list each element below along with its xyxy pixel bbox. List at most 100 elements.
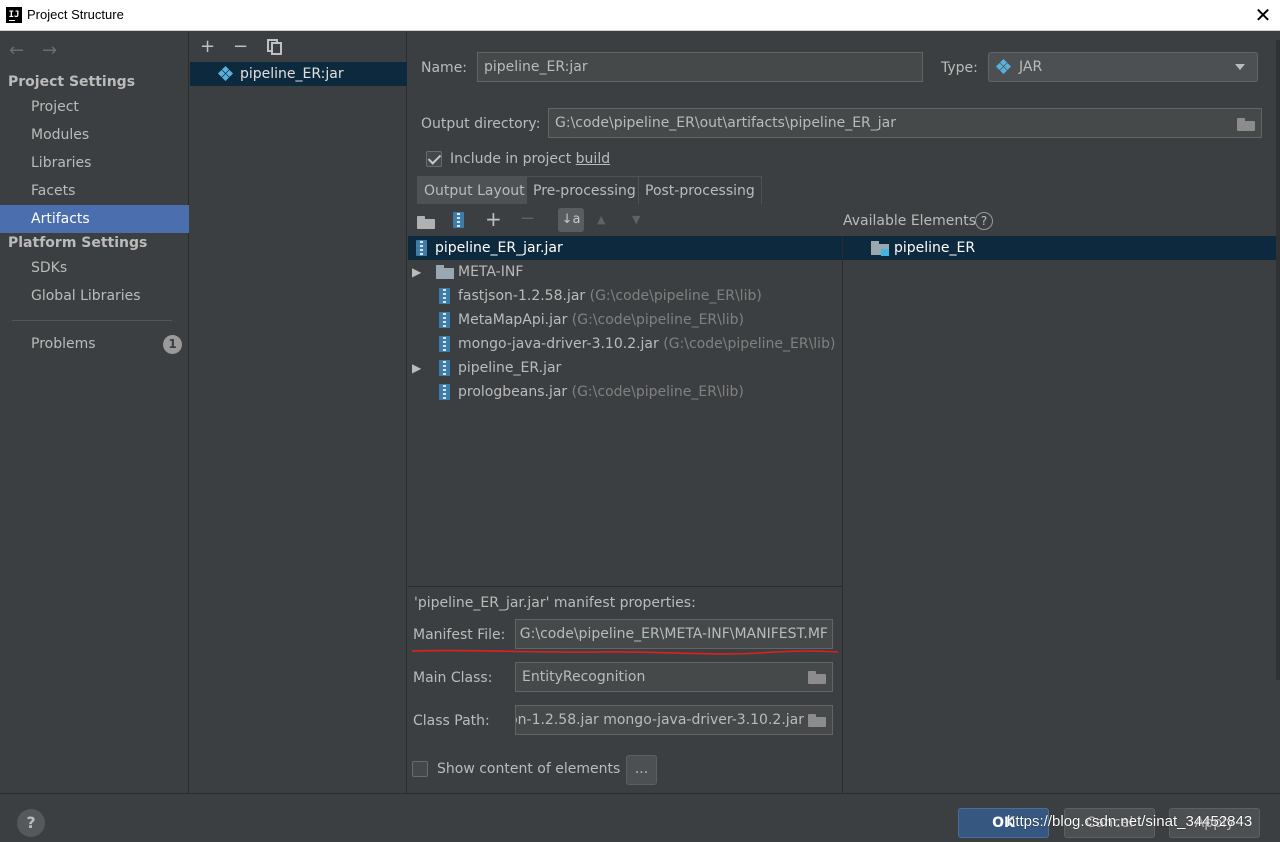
remove-artifact-icon[interactable]: − (233, 36, 248, 57)
tree-row[interactable]: fastjson-1.2.58.jar (G:\code\pipeline_ER… (408, 284, 842, 308)
type-label: Type: (941, 60, 978, 76)
include-in-build-checkbox[interactable] (426, 151, 442, 167)
tree-row-label: MetaMapApi.jar (458, 312, 568, 328)
include-in-build-label: Include in project build (450, 151, 610, 167)
close-icon[interactable]: ✕ (1252, 4, 1274, 26)
window-title: Project Structure (27, 7, 124, 22)
show-content-label: Show content of elements (437, 761, 621, 777)
main-class-value: EntityRecognition (522, 669, 646, 685)
available-elements-label: Available Elements (843, 213, 977, 229)
tab-output-layout[interactable]: Output Layout (417, 176, 532, 204)
class-path-label: Class Path: (413, 713, 490, 729)
browse-folder-icon[interactable] (1237, 118, 1255, 131)
sidebar-item-global-libraries[interactable]: Global Libraries (0, 282, 189, 310)
name-input[interactable]: pipeline_ER:jar (477, 52, 923, 82)
tree-row-label: pipeline_ER.jar (458, 360, 562, 376)
type-jar-icon (995, 58, 1012, 75)
tree-row[interactable]: ▶ META-INF (408, 260, 842, 284)
intellij-app-icon: IJ (6, 7, 22, 23)
manifest-file-label: Manifest File: (413, 627, 506, 643)
class-path-input[interactable]: fastjson-1.2.58.jar mongo-java-driver-3.… (515, 705, 833, 735)
chevron-down-icon (1235, 64, 1245, 70)
new-directory-icon[interactable] (417, 216, 435, 229)
tree-row[interactable]: ▶ pipeline_ER.jar (408, 356, 842, 380)
output-directory-label: Output directory: (421, 116, 541, 132)
output-directory-value: G:\code\pipeline_ER\out\artifacts\pipeli… (555, 115, 896, 131)
module-folder-icon (871, 241, 889, 256)
available-elements-panel: pipeline_ER (842, 236, 1280, 793)
tree-row-path: (G:\code\pipeline_ER\lib) (589, 288, 762, 304)
add-artifact-icon[interactable]: + (200, 36, 215, 57)
tree-row-label: mongo-java-driver-3.10.2.jar (458, 336, 659, 352)
watermark-text: https://blog.csdn.net/sinat_34452843 (1007, 813, 1253, 830)
dialog-footer: ? OK Cancel Apply https://blog.csdn.net/… (0, 793, 1280, 842)
browse-main-class-icon[interactable] (808, 671, 826, 684)
main-class-label: Main Class: (413, 670, 493, 686)
include-label-mnemonic: build (575, 151, 611, 167)
output-layout-toolbar: + − ↓a ▲ ▼ Available Elements ? (408, 204, 1280, 236)
red-underline-annotation (411, 649, 839, 655)
tree-row-path: (G:\code\pipeline_ER\lib) (571, 312, 744, 328)
tab-pre-processing[interactable]: Pre-processing (526, 176, 643, 204)
ellipsis-button[interactable]: ... (626, 755, 657, 785)
main-class-input[interactable]: EntityRecognition (515, 662, 833, 692)
sidebar-item-sdks[interactable]: SDKs (0, 254, 189, 282)
show-content-checkbox[interactable] (412, 761, 428, 777)
back-arrow-icon[interactable]: ← (9, 40, 24, 61)
tree-row-label: pipeline_ER_jar.jar (435, 240, 563, 256)
sidebar-divider (12, 320, 172, 321)
manifest-properties-panel: 'pipeline_ER_jar.jar' manifest propertie… (408, 586, 842, 793)
sort-elements-icon[interactable]: ↓a (558, 208, 584, 232)
manifest-file-input[interactable]: G:\code\pipeline_ER\META-INF\MANIFEST.MF (515, 619, 833, 649)
tree-row[interactable]: prologbeans.jar (G:\code\pipeline_ER\lib… (408, 380, 842, 404)
sidebar-item-modules[interactable]: Modules (0, 121, 189, 149)
tab-post-processing[interactable]: Post-processing (638, 176, 762, 204)
app-icon-text: IJ (8, 10, 20, 20)
tree-row[interactable]: mongo-java-driver-3.10.2.jar (G:\code\pi… (408, 332, 842, 356)
remove-element-icon[interactable]: − (520, 208, 535, 229)
browse-class-path-icon[interactable] (808, 714, 826, 727)
copy-artifact-icon[interactable] (267, 39, 283, 55)
sidebar-item-problems[interactable]: Problems (0, 330, 189, 358)
jar-icon (439, 312, 450, 328)
forward-arrow-icon[interactable]: → (42, 40, 57, 61)
manifest-file-value: G:\code\pipeline_ER\META-INF\MANIFEST.MF (519, 626, 828, 642)
add-element-icon[interactable]: + (485, 207, 502, 231)
name-label: Name: (421, 60, 468, 76)
type-dropdown[interactable]: JAR (988, 52, 1258, 82)
tree-row-label: META-INF (458, 264, 524, 280)
tree-row-path: (G:\code\pipeline_ER\lib) (571, 384, 744, 400)
artifact-list-panel: + − pipeline_ER:jar (190, 32, 407, 793)
platform-settings-header: Platform Settings (8, 235, 148, 251)
sidebar-item-project[interactable]: Project (0, 93, 189, 121)
jar-icon (416, 240, 427, 256)
expand-arrow-icon[interactable]: ▶ (412, 356, 421, 380)
output-directory-input[interactable]: G:\code\pipeline_ER\out\artifacts\pipeli… (548, 108, 1262, 138)
jar-icon (439, 336, 450, 352)
include-label-part: Include in project (450, 151, 576, 167)
manifest-title: 'pipeline_ER_jar.jar' manifest propertie… (414, 595, 696, 611)
artifact-jar-icon (217, 65, 234, 82)
sidebar-item-facets[interactable]: Facets (0, 177, 189, 205)
jar-icon (439, 288, 450, 304)
type-value: JAR (1019, 59, 1043, 75)
problems-count-badge: 1 (163, 335, 182, 354)
artifact-list-item[interactable]: pipeline_ER:jar (190, 62, 407, 86)
create-archive-icon[interactable] (453, 212, 464, 228)
folder-icon (436, 265, 454, 279)
jar-icon (439, 384, 450, 400)
window-edge-scrollbar (1276, 40, 1280, 680)
move-down-icon[interactable]: ▼ (632, 213, 640, 226)
tree-row-root[interactable]: pipeline_ER_jar.jar (408, 236, 842, 260)
project-settings-header: Project Settings (8, 74, 136, 90)
sidebar-item-libraries[interactable]: Libraries (0, 149, 189, 177)
expand-arrow-icon[interactable]: ▶ (412, 260, 421, 284)
output-layout-tree: pipeline_ER_jar.jar ▶ META-INF fastjson-… (408, 236, 842, 586)
help-icon[interactable]: ? (975, 212, 993, 230)
sidebar-item-artifacts[interactable]: Artifacts (0, 205, 189, 233)
artifact-list-item-label: pipeline_ER:jar (240, 66, 344, 82)
move-up-icon[interactable]: ▲ (597, 213, 605, 226)
help-button[interactable]: ? (17, 809, 45, 837)
available-element-item[interactable]: pipeline_ER (843, 236, 1280, 260)
tree-row[interactable]: MetaMapApi.jar (G:\code\pipeline_ER\lib) (408, 308, 842, 332)
